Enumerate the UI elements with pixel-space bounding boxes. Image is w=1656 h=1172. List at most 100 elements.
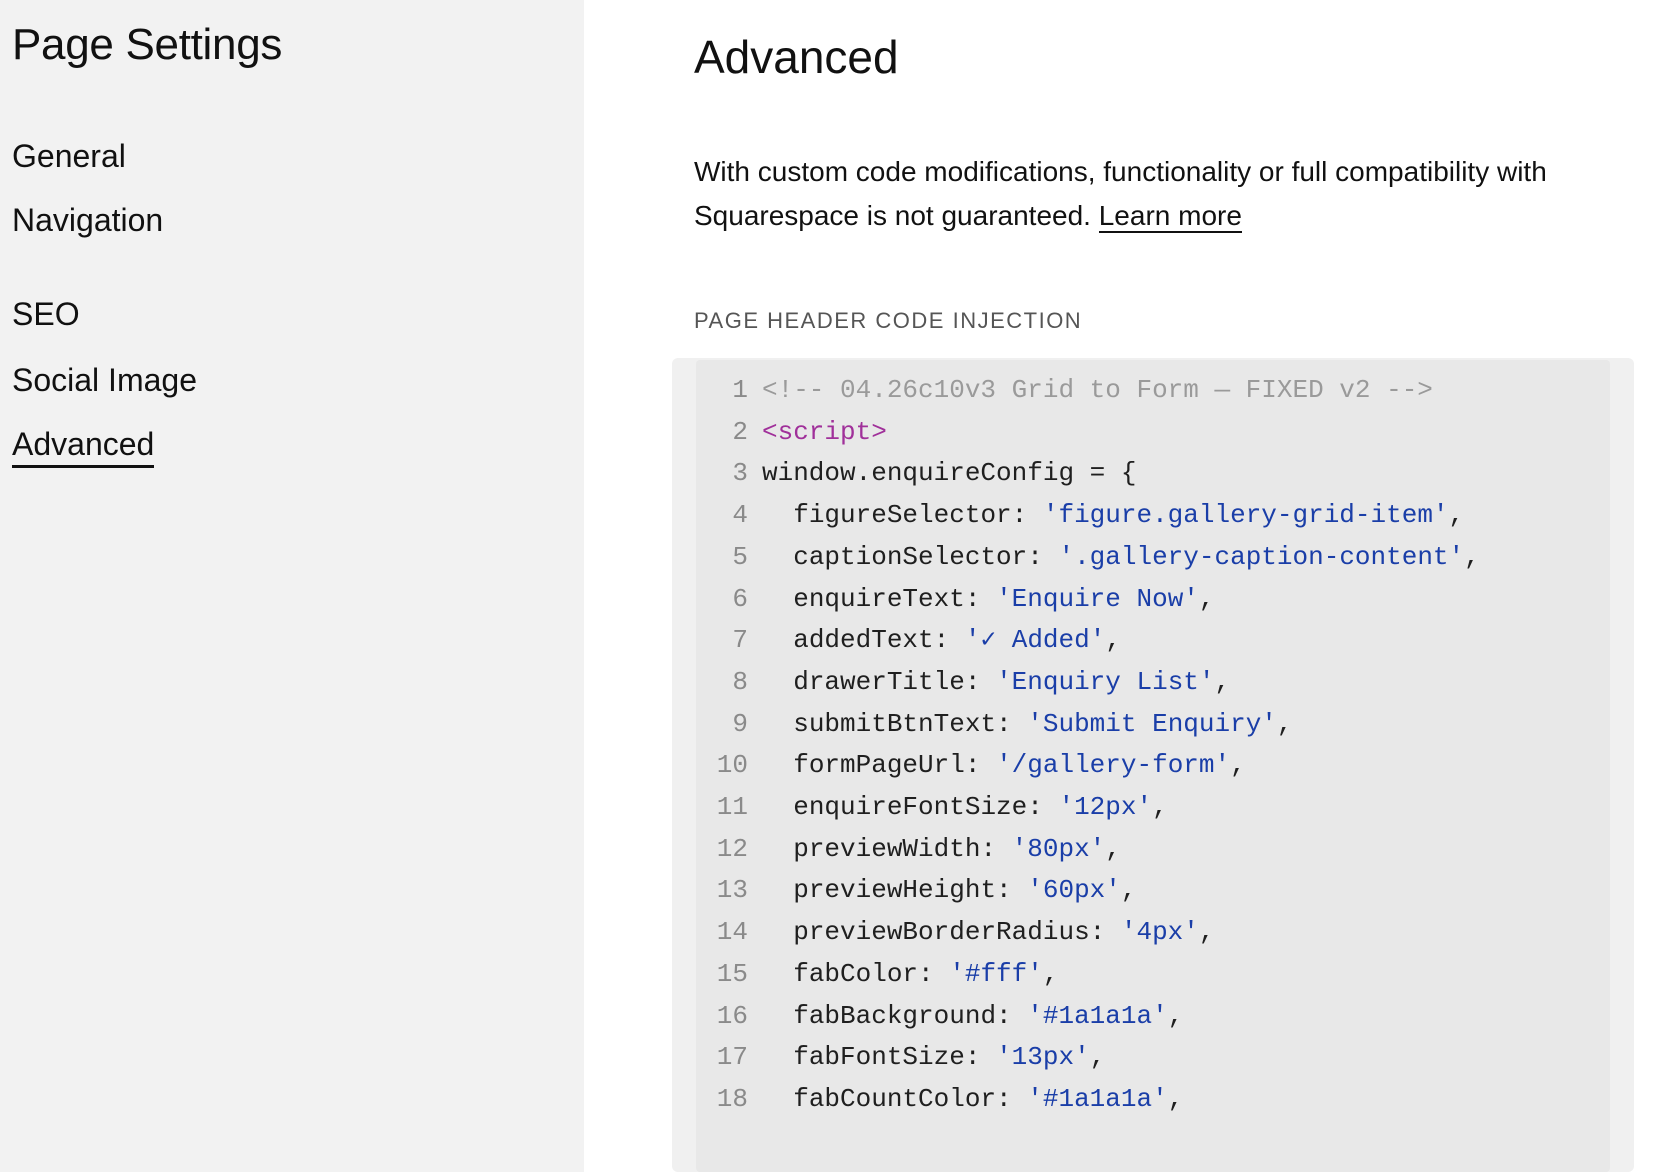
main-panel: Advanced With custom code modifications,…: [584, 0, 1656, 1172]
line-number: 16: [716, 1000, 748, 1031]
code-token-plain: ,: [1448, 500, 1465, 531]
code-token-str: '✓ Added': [964, 625, 1106, 656]
code-token-plain: drawerTitle:: [793, 666, 997, 697]
code-line: 5 captionSelector: '.gallery-caption-con…: [696, 535, 1610, 579]
code-text: fabBackground: '#1a1a1a',: [762, 994, 1183, 1038]
code-text: previewBorderRadius: '4px',: [762, 910, 1215, 954]
sidebar-item-seo[interactable]: SEO: [12, 296, 80, 333]
code-token-str: '80px': [1011, 833, 1106, 864]
code-token-plain: ,: [1230, 750, 1246, 781]
code-token-plain: figureSelector:: [793, 500, 1043, 531]
code-line: 3 window.enquireConfig = {: [696, 451, 1610, 495]
code-token-str: 'Submit Enquiry': [1027, 708, 1277, 739]
code-text: addedText: '✓ Added',: [762, 618, 1121, 662]
code-text: drawerTitle: 'Enquiry List',: [762, 660, 1230, 704]
code-token-plain: fabCountColor:: [793, 1083, 1028, 1114]
sidebar-item-general[interactable]: General: [12, 138, 126, 175]
code-text: fabCountColor: '#1a1a1a',: [762, 1077, 1183, 1121]
code-line: 8 drawerTitle: 'Enquiry List',: [696, 660, 1610, 704]
code-line: 7 addedText: '✓ Added',: [696, 618, 1610, 662]
code-token-plain: window.enquireConfig = {: [762, 458, 1137, 489]
code-token-plain: submitBtnText:: [793, 708, 1028, 739]
sidebar-item-social-image[interactable]: Social Image: [12, 362, 197, 399]
line-number: 12: [716, 833, 748, 864]
code-token-str: '60px': [1027, 875, 1121, 906]
code-token-plain: ,: [1276, 708, 1293, 739]
code-line: 18 fabCountColor: '#1a1a1a',: [696, 1077, 1610, 1121]
code-token-str: '13px': [996, 1042, 1090, 1073]
code-text: submitBtnText: 'Submit Enquiry',: [762, 702, 1293, 746]
code-line: 17 fabFontSize: '13px',: [696, 1035, 1610, 1079]
code-token-plain: addedText:: [793, 625, 965, 656]
code-token-str: '/gallery-form': [996, 750, 1231, 781]
line-number: 10: [716, 750, 748, 781]
code-token-plain: ,: [1198, 583, 1215, 614]
code-token-plain: fabBackground:: [793, 1000, 1028, 1031]
code-text: fabColor: '#fff',: [762, 952, 1058, 996]
code-token-plain: ,: [1152, 792, 1168, 822]
code-token-plain: enquireText:: [793, 583, 997, 614]
sidebar-item-advanced[interactable]: Advanced: [12, 426, 155, 468]
code-line: 12 previewWidth: '80px',: [696, 827, 1610, 871]
code-line: 9 submitBtnText: 'Submit Enquiry',: [696, 702, 1610, 746]
code-line: 14 previewBorderRadius: '4px',: [696, 910, 1610, 954]
code-token-str: 'figure.gallery-grid-item': [1042, 500, 1449, 531]
code-token-plain: formPageUrl:: [793, 750, 997, 781]
code-token-str: '#fff': [949, 958, 1043, 989]
line-number: 15: [716, 958, 748, 989]
code-text: window.enquireConfig = {: [762, 451, 1136, 495]
code-text: enquireText: 'Enquire Now',: [762, 577, 1215, 621]
code-token-plain: ,: [1042, 958, 1059, 989]
code-token-str: '#1a1a1a': [1027, 1000, 1168, 1031]
line-number: 4: [732, 500, 748, 531]
code-line: 4 figureSelector: 'figure.gallery-grid-i…: [696, 493, 1610, 537]
page-title: Advanced: [694, 31, 899, 83]
code-token-plain: ,: [1089, 1042, 1106, 1073]
learn-more-link[interactable]: Learn more: [1098, 200, 1242, 233]
code-text: <!-- 04.26c10v3 Grid to Form — FIXED v2 …: [762, 368, 1433, 412]
code-token-str: '12px': [1058, 792, 1153, 822]
code-token-comment: <!-- 04.26c10v3 Grid to Form — FIXED v2 …: [762, 375, 1433, 405]
code-token-plain: ,: [1105, 625, 1121, 656]
code-token-plain: enquireFontSize:: [793, 792, 1059, 822]
code-injection-label: PAGE HEADER CODE INJECTION: [694, 308, 1083, 333]
code-token-str: '.gallery-caption-content': [1058, 541, 1465, 572]
code-line: 13 previewHeight: '60px',: [696, 868, 1610, 912]
code-token-plain: captionSelector:: [793, 541, 1059, 572]
code-text: fabFontSize: '13px',: [762, 1035, 1105, 1079]
line-number: 11: [716, 792, 748, 822]
code-text: formPageUrl: '/gallery-form',: [762, 743, 1246, 787]
code-token-plain: ,: [1120, 875, 1137, 906]
code-token-str: 'Enquire Now': [996, 583, 1199, 614]
line-number: 5: [732, 541, 748, 572]
code-line: 1 <!-- 04.26c10v3 Grid to Form — FIXED v2…: [696, 368, 1610, 412]
code-line: 6 enquireText: 'Enquire Now',: [696, 577, 1610, 621]
line-number: 8: [732, 666, 748, 697]
line-number: 17: [716, 1042, 748, 1073]
sidebar: Page Settings General Navigation SEO Soc…: [0, 0, 584, 1172]
code-line: 2 <script>: [696, 410, 1610, 454]
code-token-plain: ,: [1198, 917, 1215, 948]
code-line: 15 fabColor: '#fff',: [696, 952, 1610, 996]
code-token-plain: ,: [1105, 833, 1121, 864]
code-line: 10 formPageUrl: '/gallery-form',: [696, 743, 1610, 787]
code-token-str: '4px': [1120, 917, 1199, 948]
line-number: 2: [732, 416, 748, 447]
code-text: <script>: [762, 410, 887, 454]
code-editor-content[interactable]: 1 <!-- 04.26c10v3 Grid to Form — FIXED v2…: [696, 360, 1610, 1172]
code-text: figureSelector: 'figure.gallery-grid-ite…: [762, 493, 1464, 537]
code-editor[interactable]: 1 <!-- 04.26c10v3 Grid to Form — FIXED v2…: [672, 358, 1634, 1172]
code-token-plain: ,: [1464, 541, 1480, 572]
sidebar-item-navigation[interactable]: Navigation: [12, 202, 163, 239]
code-token-plain: fabFontSize:: [793, 1042, 997, 1073]
line-number: 6: [732, 583, 748, 614]
